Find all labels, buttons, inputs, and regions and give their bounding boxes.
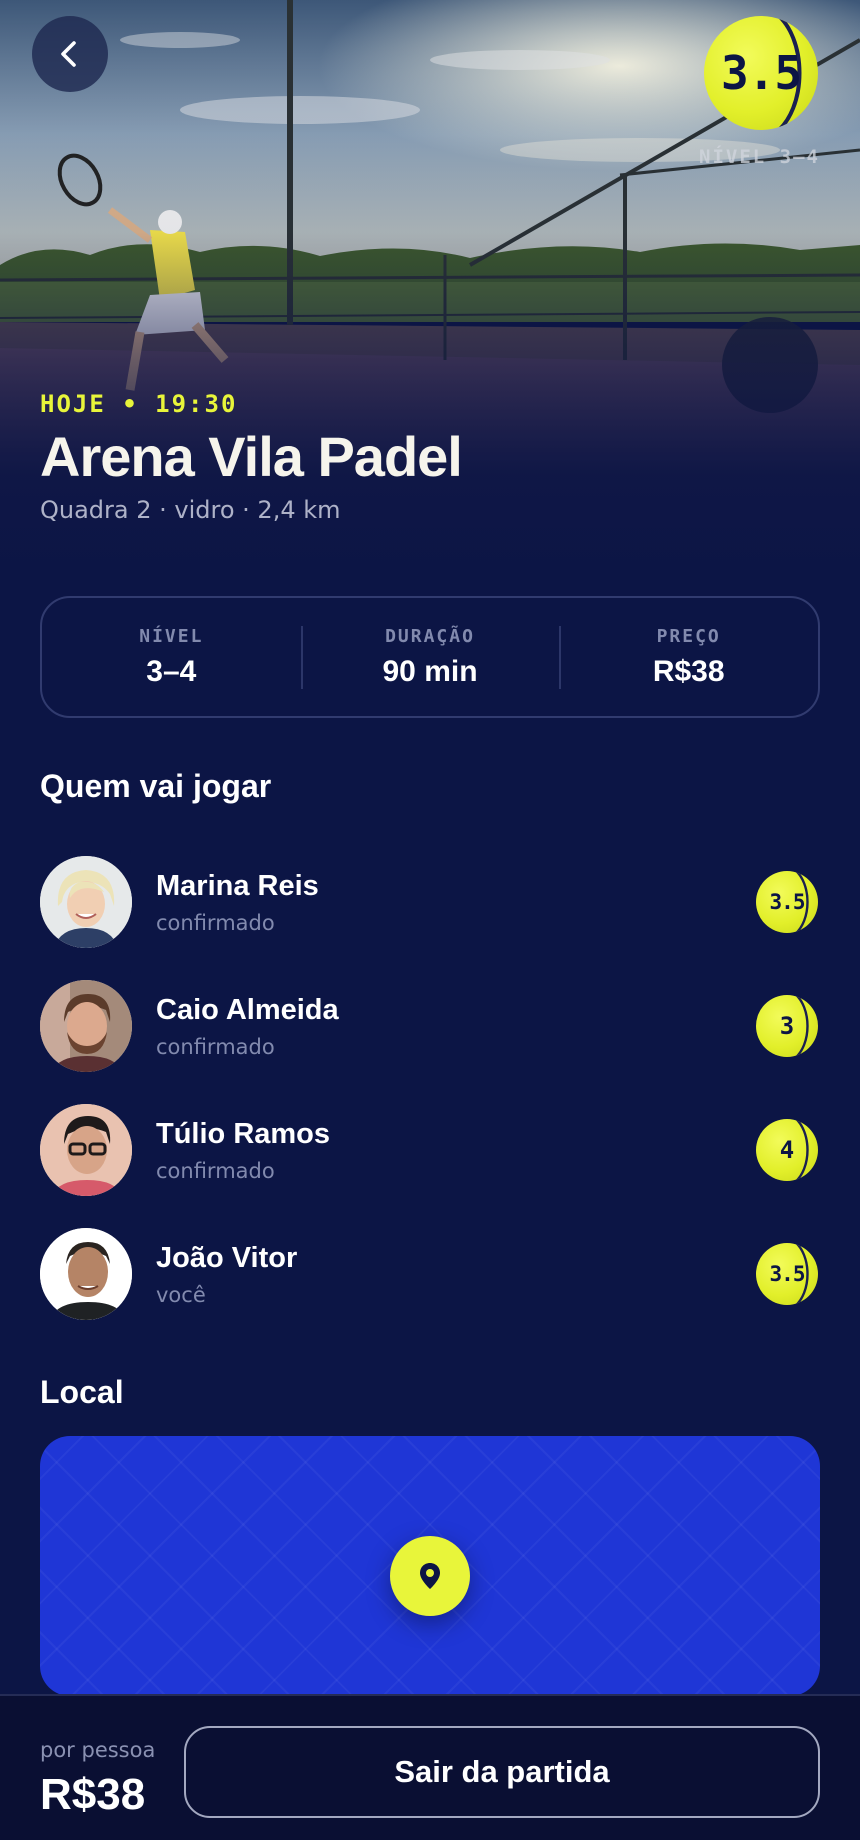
venue-title: Arena Vila Padel [40, 425, 463, 488]
leave-match-button[interactable]: Sair da partida [184, 1726, 820, 1818]
stat-value: 3–4 [146, 654, 197, 688]
avatar [40, 980, 132, 1072]
stat-label: NÍVEL [139, 625, 204, 647]
avatar [40, 1228, 132, 1320]
avatar [40, 1104, 132, 1196]
player-name: Caio Almeida [156, 993, 339, 1026]
players-section-title: Quem vai jogar [40, 768, 272, 804]
level-ball-value: 3.5 [720, 46, 802, 100]
avatar [40, 856, 132, 948]
player-row[interactable]: Túlio Ramos confirmado 4 [40, 1088, 820, 1212]
location-map[interactable] [40, 1436, 820, 1696]
stat-value: 90 min [382, 654, 478, 688]
player-status: confirmado [156, 1034, 275, 1059]
player-status: confirmado [156, 910, 275, 935]
player-row[interactable]: Caio Almeida confirmado 3 [40, 964, 820, 1088]
player-level-value: 3 [779, 1012, 795, 1040]
player-level-badge: 3.5 [756, 871, 818, 933]
level-ball-badge: 3.5 [704, 16, 818, 130]
player-name: Marina Reis [156, 869, 319, 902]
price-caption: por pessoa [40, 1738, 156, 1762]
match-stats-card: NÍVEL 3–4 DURAÇÃO 90 min PREÇO R$38 [40, 596, 820, 718]
stat-label: PREÇO [656, 625, 721, 647]
bottom-action-bar: por pessoa R$38 Sair da partida [0, 1694, 860, 1840]
stat-level: NÍVEL 3–4 [42, 626, 301, 689]
player-level-badge: 4 [756, 1119, 818, 1181]
player-level-badge: 3.5 [756, 1243, 818, 1305]
location-section-title: Local [40, 1374, 124, 1410]
player-level-value: 3.5 [769, 890, 806, 914]
player-row[interactable]: João Vitor você 3.5 [40, 1212, 820, 1336]
player-level-value: 4 [779, 1136, 795, 1164]
stat-label: DURAÇÃO [385, 625, 475, 647]
players-list: Marina Reis confirmado 3.5 Caio Almeida … [40, 840, 820, 1336]
player-status: você [156, 1282, 206, 1307]
player-row[interactable]: Marina Reis confirmado 3.5 [40, 840, 820, 964]
map-pin-icon [415, 1561, 445, 1591]
stat-price: PREÇO R$38 [559, 625, 818, 689]
match-time: HOJE • 19:30 [40, 390, 238, 418]
level-caption: NÍVEL 3–4 [699, 146, 820, 168]
player-name: Túlio Ramos [156, 1117, 331, 1150]
venue-details: Quadra 2 · vidro · 2,4 km [40, 496, 341, 524]
price-per-person: R$38 [40, 1770, 146, 1819]
player-level-value: 3.5 [769, 1262, 806, 1286]
stat-value: R$38 [652, 654, 725, 688]
player-status: confirmado [156, 1158, 275, 1183]
map-pin-button[interactable] [390, 1536, 470, 1616]
hero: 3.5 NÍVEL 3–4 HOJE • 19:30 Arena Vila Pa… [0, 0, 860, 580]
stat-duration: DURAÇÃO 90 min [300, 625, 560, 689]
player-name: João Vitor [156, 1241, 298, 1274]
back-button[interactable] [32, 16, 108, 92]
chevron-left-icon [54, 38, 86, 70]
player-level-badge: 3 [756, 995, 818, 1057]
